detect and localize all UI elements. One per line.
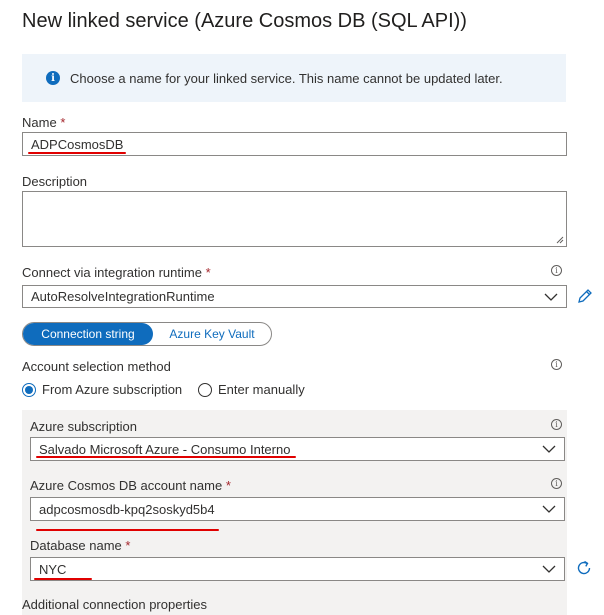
cosmos-account-label: Azure Cosmos DB account name * [30,478,231,493]
runtime-label-text: Connect via integration runtime [22,265,202,280]
database-select-value: NYC [39,561,67,577]
radio-enter-manually[interactable]: Enter manually [198,382,305,397]
runtime-select-value: AutoResolveIntegrationRuntime [31,289,215,304]
annotation-underline [36,456,296,458]
annotation-underline [34,578,92,580]
required-mark: * [205,265,211,280]
cosmos-account-select-value: adpcosmosdb-kpq2soskyd5b4 [39,501,215,517]
description-label: Description [22,174,88,189]
connection-type-toggle: Connection string Azure Key Vault [22,322,272,346]
description-textarea[interactable] [22,191,567,247]
info-circle-icon[interactable]: i [551,478,562,489]
toggle-azure-key-vault[interactable]: Azure Key Vault [153,323,271,345]
database-label-text: Database name [30,538,122,553]
subscription-select-value: Salvado Microsoft Azure - Consumo Intern… [39,441,291,457]
radio-from-subscription[interactable]: From Azure subscription [22,382,182,397]
info-circle-icon[interactable]: i [551,419,562,430]
info-circle-icon[interactable]: i [551,359,562,370]
radio-label: From Azure subscription [42,382,183,397]
pencil-icon[interactable] [576,287,594,305]
additional-properties-label: Additional connection properties [22,597,208,612]
radio-button[interactable] [198,382,212,397]
name-input-value: ADPCosmosDB [31,136,124,152]
radio-button[interactable] [22,382,36,397]
info-banner: i Choose a name for your linked service.… [22,54,566,102]
resize-grip-icon[interactable] [556,236,564,244]
name-label: Name * [22,115,65,130]
required-mark: * [225,478,231,493]
info-banner-text: Choose a name for your linked service. T… [70,70,503,86]
runtime-select[interactable]: AutoResolveIntegrationRuntime [22,285,567,308]
required-mark: * [60,115,66,130]
cosmos-account-select[interactable]: adpcosmosdb-kpq2soskyd5b4 [30,497,565,521]
info-icon: i [46,71,60,85]
chevron-down-icon [542,505,556,513]
chevron-down-icon [544,293,558,301]
chevron-down-icon [542,445,556,453]
annotation-underline [36,529,219,531]
subscription-label: Azure subscription [30,419,137,434]
annotation-underline [28,152,126,154]
toggle-connection-string[interactable]: Connection string [23,323,153,345]
runtime-label: Connect via integration runtime * [22,265,211,280]
account-selection-label: Account selection method [22,359,171,374]
database-select[interactable]: NYC [30,557,565,581]
chevron-down-icon [542,565,556,573]
radio-dot [25,385,33,394]
refresh-icon[interactable] [575,559,593,577]
database-label: Database name * [30,538,130,553]
cosmos-account-label-text: Azure Cosmos DB account name [30,478,223,493]
name-label-text: Name [22,115,57,130]
page-title: New linked service (Azure Cosmos DB (SQL… [22,10,467,32]
info-circle-icon[interactable]: i [551,265,562,276]
required-mark: * [125,538,131,553]
radio-label: Enter manually [218,382,305,397]
